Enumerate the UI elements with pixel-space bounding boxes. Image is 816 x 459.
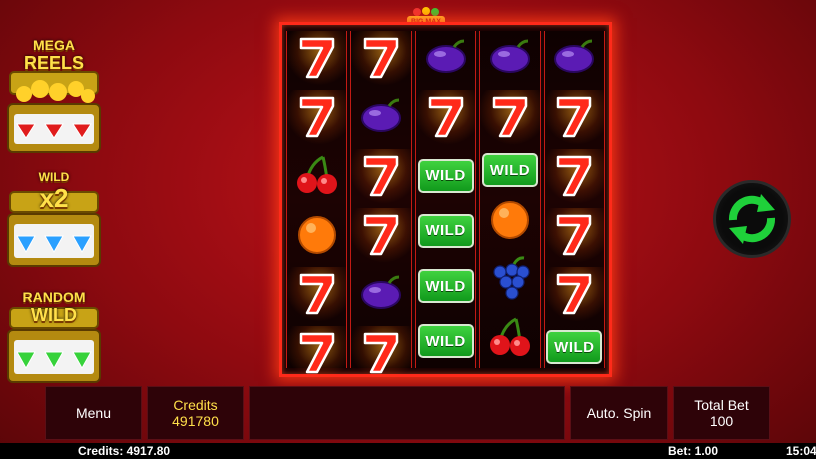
seven-icon [548,149,600,206]
feature-title-2: WILD x2 [4,168,104,213]
feature-title-line1: RANDOM [22,289,86,305]
feature-chest-3: RANDOM WILD [4,286,104,386]
feature-title-line2: x2 [39,183,69,213]
seven-symbol [544,90,605,147]
grapes-symbol [480,252,539,309]
wild-label: WILD [546,330,603,364]
wild-label: WILD [417,213,474,248]
seven-icon [291,31,343,88]
status-credits: Credits: 4917.80 [78,444,171,458]
seven-icon [355,326,407,383]
reel-2 [350,31,412,383]
plum-icon [355,267,407,324]
wild-symbol: WILD [545,326,604,368]
grapes-icon [484,252,536,309]
feature-title-3: RANDOM WILD [4,288,104,324]
seven-icon [355,31,407,88]
orange-icon [484,193,536,250]
total-bet-button[interactable]: Total Bet 100 [673,386,770,440]
feature-chest-2: WILD x2 [4,170,104,270]
seven-symbol [351,31,411,88]
seven-symbol [287,31,347,88]
autospin-button[interactable]: Auto. Spin [570,386,668,440]
feature-title-line2: WILD [31,305,77,325]
seven-icon [291,267,343,324]
reel-5: WILD [543,31,606,368]
wild-label: WILD [417,269,474,304]
wild-symbol: WILD [480,149,539,191]
plum-icon [355,90,407,147]
seven-icon [548,90,600,147]
seven-icon [420,90,472,147]
wild-symbol: WILD [416,149,475,202]
seven-symbol [544,208,605,265]
wild-label: WILD [481,153,538,187]
reel-4: WILD [479,31,541,368]
cherry-symbol [287,149,346,206]
status-time: 15:04 [786,444,816,458]
seven-symbol [287,90,347,147]
seven-icon [355,149,407,206]
plum-symbol [416,31,475,88]
cherry-icon [291,149,343,206]
wild-symbol: WILD [416,315,475,368]
menu-button[interactable]: Menu [45,386,142,440]
cherry-symbol [480,311,539,368]
plum-icon [548,31,600,88]
wild-label: WILD [417,158,474,193]
plum-symbol [545,31,604,88]
seven-symbol [287,326,347,383]
seven-icon [291,90,343,147]
plum-icon [484,31,536,88]
orange-symbol [287,208,346,265]
reel-1 [286,31,348,383]
credits-display: Credits 491780 [147,386,244,440]
credits-value: 491780 [172,413,219,429]
spin-button[interactable] [713,180,791,258]
seven-symbol [544,267,605,324]
plum-symbol [480,31,539,88]
plum-symbol [351,267,410,324]
wild-label: WILD [417,324,474,359]
message-area [249,386,565,440]
seven-symbol [544,149,605,206]
feature-title-line1: MEGA [33,37,75,53]
seven-symbol [287,267,347,324]
plum-icon [420,31,472,88]
cherry-icon [484,311,536,368]
seven-icon [548,267,600,324]
status-bar: Credits: 4917.80 Bet: 1.00 15:04 [0,443,816,459]
wild-symbol: WILD [416,204,475,257]
feature-title-line2: REELS [23,53,84,73]
seven-symbol [351,326,411,383]
seven-icon [291,326,343,383]
reel-grid: WILD WILD WILD WILD WILD WILD [279,22,612,383]
wild-symbol: WILD [416,260,475,313]
seven-symbol [351,208,411,265]
plum-symbol [351,90,410,147]
seven-icon [355,208,407,265]
feature-title-1: MEGA REELS [4,36,104,72]
orange-icon [291,208,343,265]
refresh-arrows-icon [728,194,776,244]
total-bet-value: 100 [709,413,734,429]
seven-icon [548,208,600,265]
status-bet: Bet: 1.00 [668,444,719,458]
seven-icon [484,90,536,147]
menu-label: Menu [75,405,112,421]
total-bet-label: Total Bet [694,397,749,413]
seven-symbol [480,90,540,147]
credits-label: Credits [173,397,218,413]
autospin-label: Auto. Spin [586,405,652,421]
seven-symbol [415,90,476,147]
orange-symbol [480,193,539,250]
seven-symbol [351,149,411,206]
reel-3: WILD WILD WILD WILD [414,31,477,368]
feature-chest-1: MEGA REELS [4,34,104,156]
